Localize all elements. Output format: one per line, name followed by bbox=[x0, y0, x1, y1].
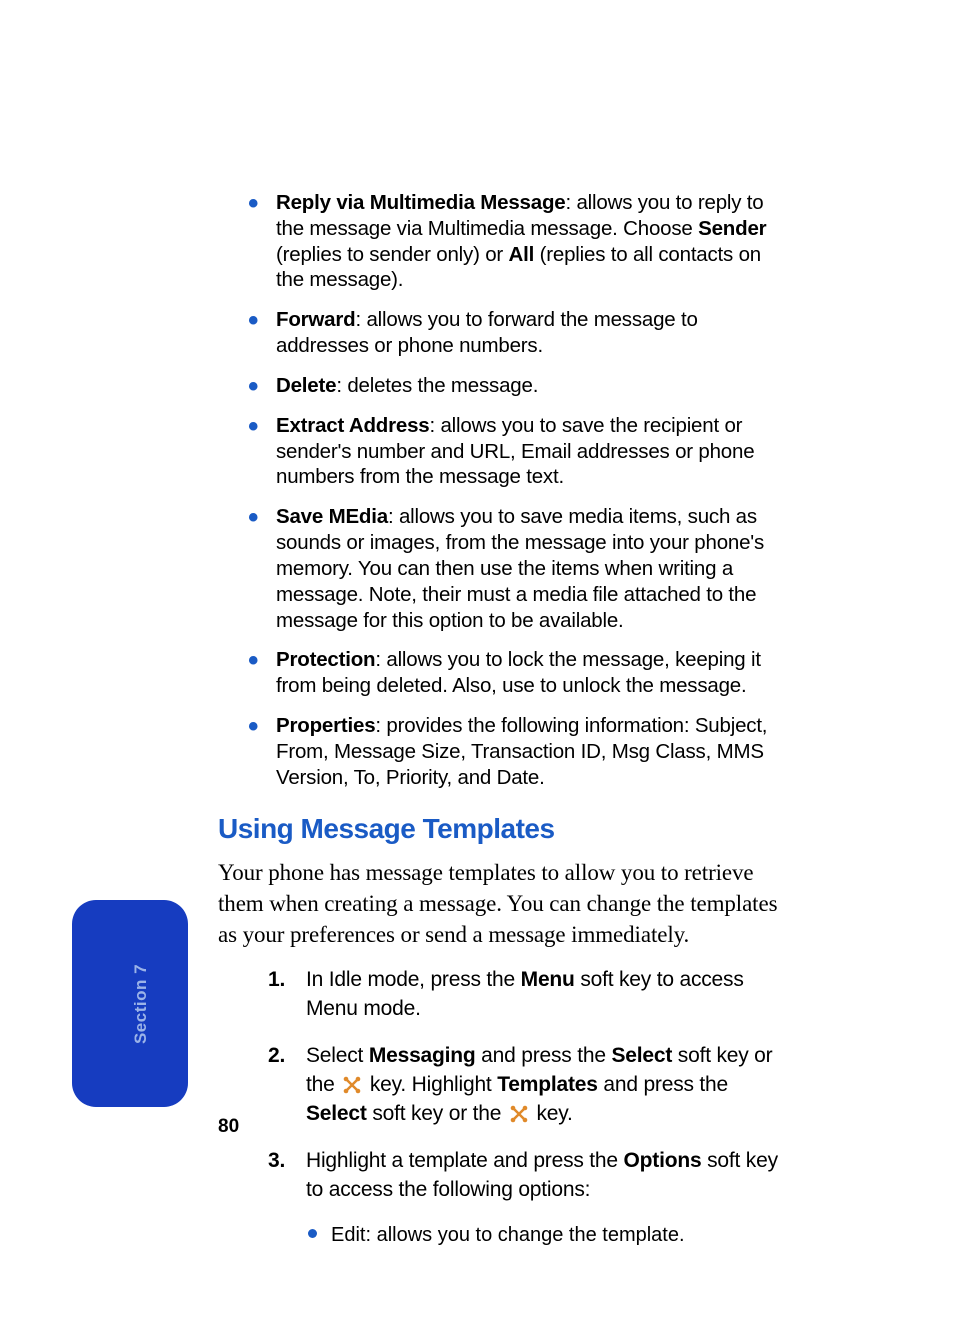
nav-key-icon bbox=[342, 1075, 362, 1095]
option-text: (replies to sender only) or bbox=[276, 243, 509, 266]
step-text: Highlight a template and press the bbox=[306, 1149, 624, 1172]
option-term: Protection bbox=[276, 648, 375, 671]
step-bold: Menu bbox=[521, 968, 575, 991]
intro-paragraph: Your phone has message templates to allo… bbox=[218, 857, 788, 950]
sub-option-text: Edit: allows you to change the template. bbox=[331, 1224, 685, 1246]
nav-key-icon bbox=[509, 1104, 529, 1124]
option-term: Reply via Multimedia Message bbox=[276, 191, 565, 214]
option-delete: Delete: deletes the message. bbox=[236, 373, 788, 399]
step-marker: 2. bbox=[268, 1042, 285, 1071]
step-2: 2. Select Messaging and press the Select… bbox=[218, 1042, 788, 1129]
ordered-steps: 1. In Idle mode, press the Menu soft key… bbox=[218, 966, 788, 1205]
step-text: key. bbox=[531, 1102, 573, 1125]
section-tab: Section 7 bbox=[72, 900, 188, 1107]
option-term: Extract Address bbox=[276, 414, 429, 437]
step-3: 3. Highlight a template and press the Op… bbox=[218, 1147, 788, 1205]
step-bold: Select bbox=[611, 1044, 672, 1067]
step-bold: Select bbox=[306, 1102, 367, 1125]
step-text: Select bbox=[306, 1044, 369, 1067]
option-protection: Protection: allows you to lock the messa… bbox=[236, 647, 788, 699]
option-reply-mms: Reply via Multimedia Message: allows you… bbox=[236, 190, 788, 293]
step-marker: 3. bbox=[268, 1147, 285, 1176]
section-tab-label: Section 7 bbox=[131, 963, 151, 1043]
option-bold: Sender bbox=[698, 217, 766, 240]
step-text: In Idle mode, press the bbox=[306, 968, 521, 991]
step-text: and press the bbox=[476, 1044, 612, 1067]
step-marker: 1. bbox=[268, 966, 285, 995]
option-term: Save MEdia bbox=[276, 505, 388, 528]
step-text: and press the bbox=[598, 1073, 728, 1096]
page-number: 80 bbox=[218, 1116, 239, 1138]
step-bold: Options bbox=[624, 1149, 702, 1172]
option-extract-address: Extract Address: allows you to save the … bbox=[236, 413, 788, 490]
option-term: Properties bbox=[276, 714, 375, 737]
options-bullet-list: Reply via Multimedia Message: allows you… bbox=[218, 190, 788, 791]
option-properties: Properties: provides the following infor… bbox=[236, 713, 788, 790]
page-content: Reply via Multimedia Message: allows you… bbox=[218, 190, 788, 1248]
step-text: key. Highlight bbox=[364, 1073, 497, 1096]
option-text: : deletes the message. bbox=[336, 374, 538, 397]
option-term: Forward bbox=[276, 308, 355, 331]
option-save-media: Save MEdia: allows you to save media ite… bbox=[236, 504, 788, 633]
option-forward: Forward: allows you to forward the messa… bbox=[236, 307, 788, 359]
step-1: 1. In Idle mode, press the Menu soft key… bbox=[218, 966, 788, 1024]
step-text: soft key or the bbox=[367, 1102, 507, 1125]
sub-option-edit: Edit: allows you to change the template. bbox=[218, 1222, 788, 1248]
section-heading: Using Message Templates bbox=[218, 813, 788, 845]
option-term: Delete bbox=[276, 374, 336, 397]
step-bold: Messaging bbox=[369, 1044, 476, 1067]
step-bold: Templates bbox=[497, 1073, 598, 1096]
option-bold: All bbox=[509, 243, 535, 266]
